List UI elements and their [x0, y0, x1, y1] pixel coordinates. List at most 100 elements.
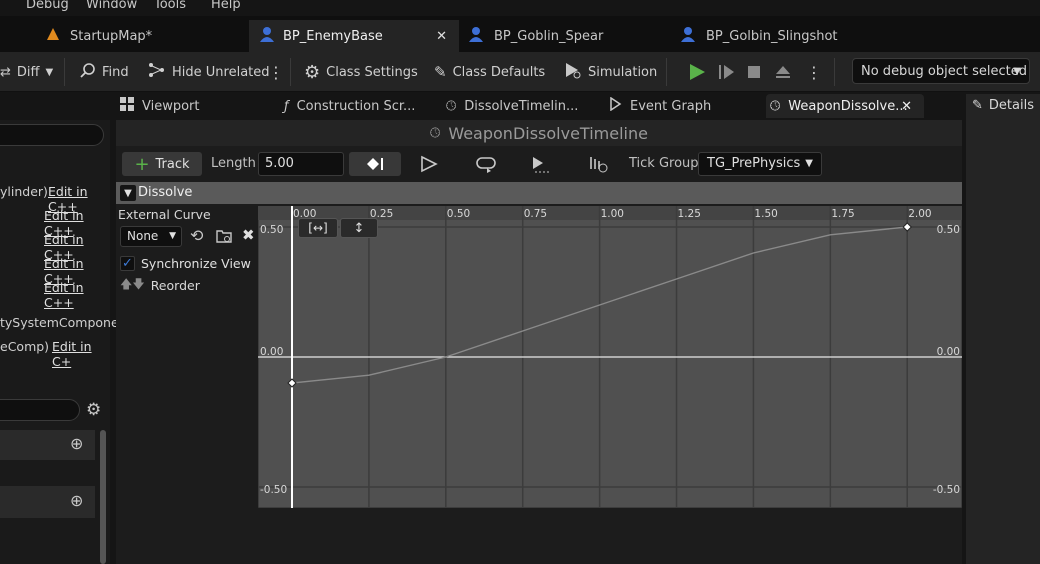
- browse-folder-icon[interactable]: [216, 228, 232, 248]
- tab-dissolve-timeline[interactable]: 🕓︎ DissolveTimelin...: [446, 94, 596, 118]
- tab-label: StartupMap*: [70, 28, 153, 44]
- chevron-down-icon: ▼: [169, 231, 176, 241]
- x-tick-label: 1.75: [831, 208, 854, 220]
- page-title: WeaponDissolveTimeline: [448, 123, 648, 143]
- tab-bp-goblin-spear[interactable]: BP_Goblin_Spear: [462, 20, 672, 52]
- step-icon: [719, 65, 734, 79]
- track-header[interactable]: ▼ Dissolve: [116, 182, 962, 204]
- add-icon[interactable]: ⊕: [70, 434, 83, 453]
- replicated-icon[interactable]: [530, 152, 554, 176]
- add-track-button[interactable]: + Track: [122, 152, 202, 176]
- menu-debug[interactable]: Debug: [26, 0, 69, 12]
- toolbar-divider: [290, 58, 291, 86]
- document-tab-bar: StartupMap* BP_EnemyBase ✕ BP_Goblin_Spe…: [0, 16, 1040, 52]
- plus-icon: +: [134, 153, 150, 175]
- tab-startupmap[interactable]: StartupMap*: [40, 20, 246, 52]
- reset-icon[interactable]: ⟲: [190, 226, 203, 245]
- diff-icon: ⇄: [0, 64, 11, 80]
- tick-group-dropdown[interactable]: TG_PrePhysics ▼: [698, 152, 822, 176]
- class-defaults-button[interactable]: ✎ Class Defaults: [434, 58, 545, 86]
- delete-track-icon[interactable]: ✖: [242, 226, 255, 244]
- y-tick-label-right: 0.00: [937, 346, 960, 358]
- scrollbar[interactable]: [100, 430, 106, 564]
- external-curve-label: External Curve: [118, 207, 211, 222]
- variable-search-input[interactable]: [0, 399, 80, 421]
- collapse-icon[interactable]: ▼: [120, 185, 136, 201]
- tab-details[interactable]: ✎ Details: [972, 98, 1034, 113]
- tab-label: BP_Golbin_Slingshot: [706, 28, 838, 44]
- curve-graph[interactable]: 0.00 0.25 0.50 0.75 1.00 1.25 1.50 1.75 2.000.50…: [258, 206, 962, 508]
- checkbox-icon[interactable]: ✓: [120, 256, 135, 271]
- toolbar-divider: [666, 58, 667, 86]
- more-options-icon[interactable]: ⋮: [268, 58, 284, 86]
- x-tick-label: 0.50: [447, 208, 470, 220]
- section-header[interactable]: ⊕: [0, 430, 95, 460]
- hide-unrelated-icon: [148, 62, 166, 82]
- search-icon: [80, 62, 96, 82]
- synchronize-view-checkbox[interactable]: ✓ Synchronize View: [120, 256, 251, 271]
- edit-in-cpp-link[interactable]: Edit in C+: [52, 339, 110, 369]
- clock-icon: 🕓︎: [430, 125, 441, 141]
- length-label: Length: [211, 156, 256, 171]
- event-graph-icon: [608, 96, 622, 115]
- track-name[interactable]: Dissolve: [138, 185, 192, 200]
- play-button[interactable]: [688, 58, 706, 86]
- debug-object-dropdown[interactable]: No debug object selected ▼: [852, 58, 1030, 84]
- tab-event-graph[interactable]: Event Graph: [608, 94, 758, 118]
- use-last-keyframe-button[interactable]: [349, 152, 401, 176]
- component-search-input[interactable]: [0, 124, 104, 146]
- reorder-handle[interactable]: 🡅🡇 Reorder: [120, 275, 200, 296]
- blueprint-icon: [680, 26, 696, 46]
- external-curve-dropdown[interactable]: None ▼: [120, 226, 182, 247]
- timeline-title-bar: 🕓︎ WeaponDissolveTimeline: [116, 120, 962, 146]
- clock-icon: 🕓︎: [446, 98, 457, 114]
- component-name: ylinder): [0, 184, 48, 199]
- chevron-down-icon: ▼: [1013, 65, 1021, 77]
- hide-unrelated-button[interactable]: Hide Unrelated: [148, 58, 270, 86]
- edit-in-cpp-link[interactable]: Edit in C++: [44, 280, 110, 310]
- simulation-button[interactable]: Simulation: [564, 58, 657, 86]
- menu-help[interactable]: Help: [211, 0, 241, 12]
- x-tick-label: 1.25: [678, 208, 701, 220]
- find-button[interactable]: Find: [80, 58, 129, 86]
- step-button[interactable]: [718, 58, 736, 86]
- x-tick-label: 2.00: [908, 208, 931, 220]
- level-icon: [46, 27, 60, 45]
- function-icon: ƒ: [284, 98, 289, 114]
- zoom-to-fit-vertical-button[interactable]: ↕: [340, 218, 378, 238]
- menu-tools[interactable]: Tools: [154, 0, 186, 12]
- pencil-icon: ✎: [972, 98, 983, 113]
- tab-bp-golbin-slingshot[interactable]: BP_Golbin_Slingshot: [674, 20, 894, 52]
- close-icon[interactable]: ✕: [901, 99, 912, 114]
- section-header[interactable]: ⊕: [0, 486, 95, 518]
- x-tick-label: 1.50: [754, 208, 777, 220]
- tab-viewport[interactable]: Viewport: [120, 94, 270, 118]
- component-name: tySystemCompone: [0, 315, 119, 330]
- chevron-down-icon: ▼: [45, 66, 54, 78]
- gear-icon[interactable]: ⚙: [86, 400, 101, 420]
- autoplay-icon[interactable]: [418, 152, 442, 176]
- y-tick-label: 0.00: [260, 346, 283, 358]
- blueprint-icon: [468, 26, 484, 46]
- loop-icon[interactable]: [474, 152, 498, 176]
- reorder-icon: 🡅🡇: [120, 277, 145, 291]
- class-settings-button[interactable]: ⚙ Class Settings: [304, 58, 418, 86]
- simulation-icon: [564, 61, 582, 83]
- diff-button[interactable]: ⇄ Diff ▼: [0, 58, 53, 86]
- tab-bp-enemybase[interactable]: BP_EnemyBase ✕: [249, 20, 459, 52]
- zoom-to-fit-horizontal-button[interactable]: [↔]: [298, 218, 338, 238]
- play-options-icon[interactable]: ⋮: [806, 58, 822, 86]
- gear-icon: ⚙: [304, 61, 321, 83]
- menu-window[interactable]: Window: [86, 0, 137, 12]
- add-icon[interactable]: ⊕: [70, 491, 83, 510]
- blueprint-toolbar: ⇄ Diff ▼ Find Hide Unrelated ⋮ ⚙ Class S…: [0, 52, 1040, 92]
- close-icon[interactable]: ✕: [436, 29, 447, 44]
- timeline-editor: 🕓︎ WeaponDissolveTimeline + Track Length…: [116, 120, 962, 564]
- eject-button[interactable]: [774, 58, 792, 86]
- tab-weapon-dissolve-timeline[interactable]: 🕓︎ WeaponDissolve... ✕: [766, 94, 924, 118]
- length-input[interactable]: 5.00: [258, 152, 344, 176]
- play-icon: [690, 64, 705, 80]
- stop-button[interactable]: [746, 58, 762, 86]
- ignore-time-dilation-icon[interactable]: [586, 152, 610, 176]
- tab-construction-script[interactable]: ƒ Construction Scr...: [284, 94, 434, 118]
